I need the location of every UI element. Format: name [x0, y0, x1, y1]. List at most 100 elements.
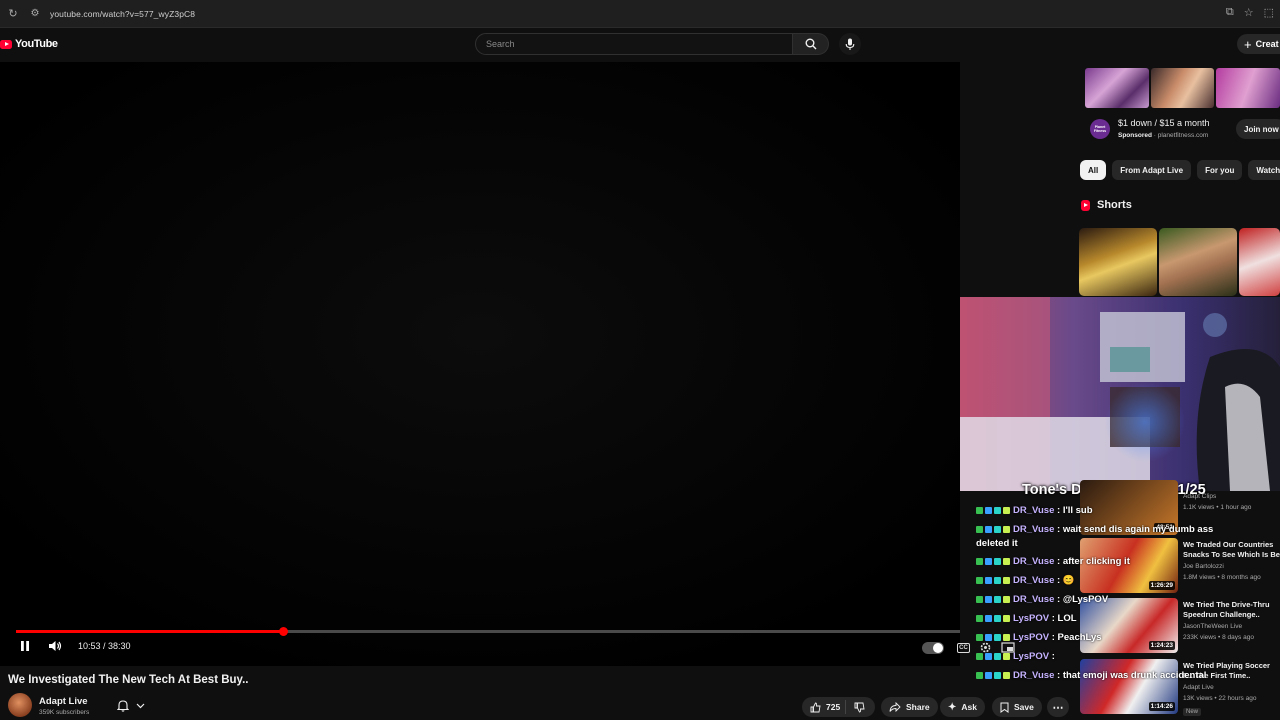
save-button[interactable]: Save: [992, 697, 1042, 717]
autoplay-toggle[interactable]: [922, 641, 944, 654]
reload-icon[interactable]: ↻: [4, 7, 22, 20]
chat-badges: [976, 557, 1010, 565]
chat-badge-icon: [976, 525, 983, 533]
voice-search-button[interactable]: [839, 33, 861, 55]
sponsored-label: Sponsored: [1118, 132, 1152, 139]
chat-badge-icon: [985, 595, 992, 603]
search-input[interactable]: [476, 34, 776, 54]
chat-message: DR_Vuse : 😊: [976, 574, 1216, 588]
chat-message: DR_Vuse : that emoji was drunk accidenta…: [976, 669, 1216, 683]
chat-badge-icon: [1003, 506, 1010, 514]
search-button[interactable]: [793, 33, 829, 55]
sponsored-ad[interactable]: Planet Fitness $1 down / $15 a month Spo…: [1085, 68, 1280, 144]
logo-text: YouTube: [15, 38, 58, 50]
short-thumbnail[interactable]: [1079, 228, 1157, 296]
channel-name[interactable]: Adapt Live: [39, 696, 88, 707]
share-icon: [889, 702, 901, 712]
chat-badge-icon: [1003, 614, 1010, 622]
chat-badges: [976, 576, 1010, 584]
chat-message: DR_Vuse : I'll sub: [976, 504, 1216, 518]
video-duration: 1:14:26: [1148, 702, 1175, 711]
chat-text: @LysPOV: [1062, 594, 1109, 605]
chat-username: LysPOV: [1013, 651, 1050, 662]
chat-badge-icon: [1003, 633, 1010, 641]
notification-bell-button[interactable]: [117, 699, 145, 712]
progress-bar[interactable]: [16, 627, 960, 636]
search-box: [475, 33, 793, 55]
chat-badge-icon: [1003, 525, 1010, 533]
chat-username: DR_Vuse: [1013, 575, 1055, 586]
video-player[interactable]: [0, 62, 960, 666]
recommendation-channel[interactable]: Adapt Clips: [1183, 492, 1216, 502]
extensions-icon[interactable]: ⬚: [1264, 6, 1274, 19]
create-button[interactable]: + Creat: [1237, 34, 1280, 54]
dislike-button[interactable]: [846, 702, 865, 713]
thumbs-up-icon: [810, 702, 821, 712]
ask-button[interactable]: ✦ Ask: [940, 697, 985, 717]
chat-badge-icon: [976, 671, 983, 679]
chat-username: LysPOV: [1013, 632, 1050, 643]
youtube-logo[interactable]: YouTube: [0, 38, 58, 50]
stream-overlay-video[interactable]: [960, 297, 1280, 491]
stream-room-image: [960, 297, 1280, 491]
microphone-icon: [845, 38, 855, 50]
chat-message: LysPOV : LOL: [976, 612, 1216, 626]
chat-badge-icon: [976, 506, 983, 514]
chat-badge-icon: [976, 633, 983, 641]
like-dislike-group: 725: [802, 697, 875, 717]
channel-avatar[interactable]: [8, 693, 32, 717]
chat-badge-icon: [976, 557, 983, 565]
chat-username: DR_Vuse: [1013, 556, 1055, 567]
chat-text: LOL: [1057, 613, 1077, 624]
chat-badge-icon: [976, 595, 983, 603]
chip-from-channel[interactable]: From Adapt Live: [1112, 160, 1192, 180]
chat-badge-icon: [1003, 595, 1010, 603]
ad-domain: planetfitness.com: [1157, 132, 1209, 139]
more-icon: ⋯: [1052, 701, 1064, 714]
chat-message: LysPOV : PeachLys: [976, 631, 1216, 645]
chat-text: wait send dis again my dumb ass deleted …: [976, 524, 1214, 549]
bell-icon: [117, 700, 129, 712]
chat-badge-icon: [985, 671, 992, 679]
site-info-icon[interactable]: ⚙: [28, 7, 42, 21]
address-bar[interactable]: youtube.com/watch?v=577_wyZ3pC8: [50, 9, 195, 19]
plus-icon: +: [1244, 36, 1252, 52]
install-app-icon[interactable]: ⧉: [1226, 6, 1234, 19]
chat-badge-icon: [976, 576, 983, 584]
short-thumbnail[interactable]: [1159, 228, 1237, 296]
volume-icon[interactable]: [48, 640, 62, 652]
pause-icon[interactable]: [20, 640, 30, 652]
chat-badge-icon: [994, 633, 1001, 641]
bookmark-star-icon[interactable]: ☆: [1244, 6, 1254, 19]
shorts-icon: [1081, 199, 1090, 211]
chip-watched[interactable]: Watched: [1248, 160, 1280, 180]
captions-icon[interactable]: CC: [957, 642, 970, 653]
create-label: Creat: [1255, 39, 1279, 49]
chip-all[interactable]: All: [1080, 160, 1107, 180]
chat-text: after clicking it: [1062, 556, 1130, 567]
share-button[interactable]: Share: [881, 697, 938, 717]
chip-for-you[interactable]: For you: [1197, 160, 1243, 180]
chat-text: I'll sub: [1062, 505, 1093, 516]
chat-username: DR_Vuse: [1013, 594, 1055, 605]
chat-badge-icon: [985, 652, 992, 660]
join-now-button[interactable]: Join now: [1236, 119, 1280, 139]
chat-badges: [976, 652, 1010, 660]
chat-username: DR_Vuse: [1013, 670, 1055, 681]
recommendation-meta: 13K views • 22 hours ago: [1183, 695, 1257, 702]
like-button[interactable]: 725: [802, 700, 846, 714]
chat-message: LysPOV :: [976, 650, 1216, 664]
ad-image: [1216, 68, 1280, 108]
chat-message: DR_Vuse : after clicking it: [976, 555, 1216, 569]
short-thumbnail[interactable]: [1239, 228, 1280, 296]
chat-badge-icon: [1003, 671, 1010, 679]
chat-badges: [976, 525, 1010, 533]
chat-badges: [976, 633, 1010, 641]
chat-badge-icon: [994, 671, 1001, 679]
player-controls-left: 10:53 / 38:30: [20, 640, 131, 652]
more-actions-button[interactable]: ⋯: [1047, 697, 1069, 717]
chat-text: PeachLys: [1057, 632, 1102, 643]
chat-message: DR_Vuse : @LysPOV: [976, 593, 1216, 607]
ad-image: [1150, 68, 1215, 108]
chat-badge-icon: [994, 525, 1001, 533]
